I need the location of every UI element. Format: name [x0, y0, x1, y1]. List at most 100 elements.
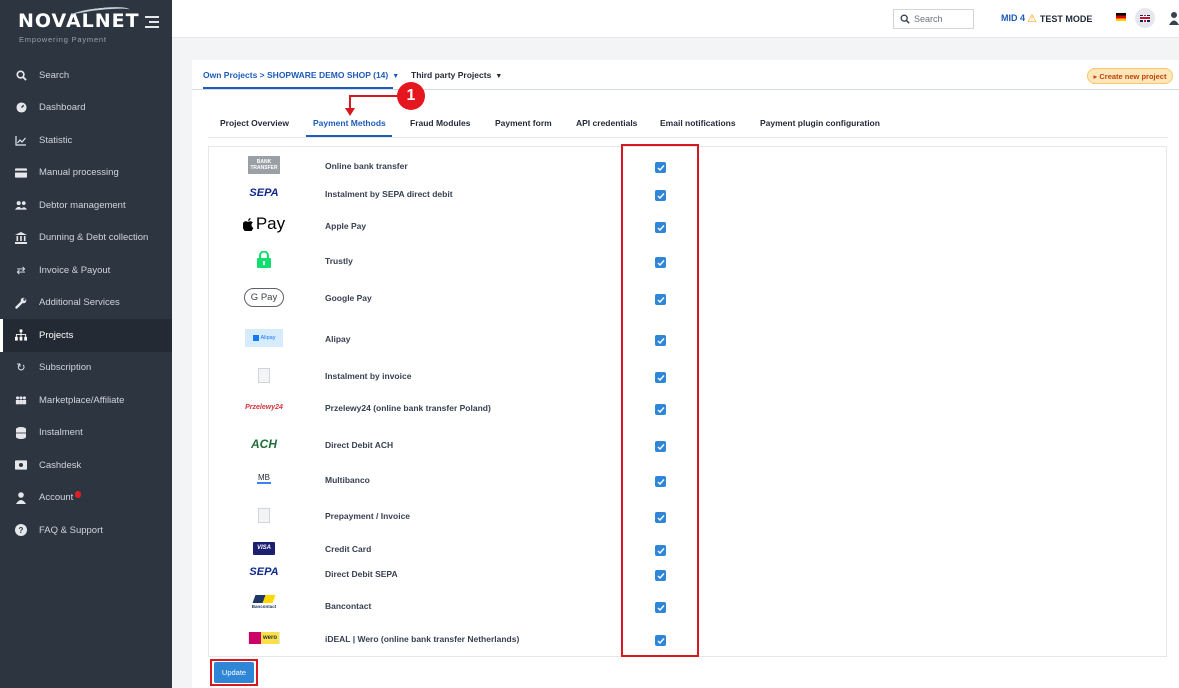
logo-text: wero — [260, 632, 279, 644]
sidebar-item-account[interactable]: Account — [0, 482, 172, 515]
database-icon — [15, 426, 27, 439]
annotation-arrow-icon — [345, 108, 355, 116]
sidebar-item-instalment[interactable]: Instalment — [0, 417, 172, 450]
user-profile-icon[interactable] — [1169, 11, 1179, 25]
sidebar-item-label: Cashdesk — [39, 459, 82, 471]
create-new-project-label: Create new project — [1099, 71, 1167, 81]
sidebar-item-label: Dunning & Debt collection — [39, 232, 149, 244]
own-projects-dropdown[interactable]: Own Projects > SHOPWARE DEMO SHOP (14) ▼ — [203, 70, 399, 80]
test-mode-label: TEST MODE — [1039, 13, 1093, 24]
payment-method-name: iDEAL | Wero (online bank transfer Nethe… — [325, 634, 520, 644]
google-pay-logo: G Pay — [239, 285, 289, 309]
payment-method-name: Multibanco — [325, 475, 370, 485]
payment-method-name: Direct Debit ACH — [325, 440, 394, 450]
dashboard-icon — [15, 102, 27, 114]
payment-method-name: Instalment by invoice — [325, 371, 412, 381]
tab-api-credentials[interactable]: API credentials — [576, 118, 637, 128]
invoice-logo — [239, 363, 289, 387]
tab-payment-methods[interactable]: Payment Methods — [313, 118, 386, 128]
sidebar-item-label: Statistic — [39, 134, 73, 146]
logo-text: SEPA — [249, 566, 279, 578]
question-icon: ? — [15, 524, 27, 537]
sidebar-item-dunning[interactable]: Dunning & Debt collection — [0, 222, 172, 255]
payment-method-name: Direct Debit SEPA — [325, 569, 398, 579]
tab-payment-plugin-configuration[interactable]: Payment plugin configuration — [760, 118, 880, 128]
search-input[interactable]: Search — [893, 9, 974, 29]
merchant-id-label[interactable]: MID 4 — [1001, 13, 1025, 23]
sidebar-item-marketplace[interactable]: Marketplace/Affiliate — [0, 384, 172, 417]
third-party-label: Third party Projects — [411, 70, 492, 80]
search-icon — [15, 69, 27, 81]
payment-method-name: Trustly — [325, 256, 353, 266]
tab-email-notifications[interactable]: Email notifications — [660, 118, 736, 128]
payment-method-name: Prepayment / Invoice — [325, 511, 411, 521]
sidebar-item-debtor-management[interactable]: Debtor management — [0, 189, 172, 222]
sidebar-item-subscription[interactable]: ↻ Subscription — [0, 352, 172, 385]
sidebar-item-label: Instalment — [39, 427, 83, 439]
group-icon — [15, 394, 27, 406]
hamburger-menu-icon[interactable] — [145, 16, 159, 30]
sidebar-item-label: Account — [39, 492, 74, 504]
tab-payment-form[interactable]: Payment form — [495, 118, 552, 128]
sidebar-item-label: Projects — [39, 329, 74, 341]
brand-tagline: Empowering Payment — [19, 35, 107, 44]
german-flag-icon[interactable] — [1116, 13, 1126, 21]
przelewy24-logo: Przelewy24 — [239, 395, 289, 419]
exchange-icon: ⇄ — [16, 264, 26, 277]
project-selector-row: Own Projects > SHOPWARE DEMO SHOP (14) ▼ … — [192, 60, 1179, 90]
sidebar-item-faq-support[interactable]: ? FAQ & Support — [0, 514, 172, 547]
logo-text: G Pay — [243, 287, 285, 307]
notification-dot — [75, 491, 82, 499]
uk-flag-icon — [1140, 14, 1150, 22]
refresh-icon: ↻ — [16, 362, 26, 375]
chart-line-icon — [15, 134, 27, 146]
english-language-button[interactable] — [1135, 8, 1155, 28]
cash-register-icon — [15, 459, 27, 471]
sidebar-item-label: Invoice & Payout — [39, 264, 111, 276]
sidebar-item-search[interactable]: Search — [0, 59, 172, 92]
sidebar-item-label: Additional Services — [39, 297, 120, 309]
highlight-box-checkboxes — [621, 144, 699, 657]
tab-project-overview[interactable]: Project Overview — [220, 118, 289, 128]
sidebar: NOVALNET Empowering Payment Search Dashb… — [0, 0, 172, 688]
logo-text: Alipay — [260, 335, 276, 341]
alipay-logo: Alipay — [239, 326, 289, 350]
logo-text: Bancontact — [251, 604, 277, 609]
ideal-wero-logo: wero — [239, 626, 289, 650]
active-tab-underline — [306, 135, 392, 137]
create-new-project-button[interactable]: ▸ Create new project — [1087, 68, 1173, 84]
bank-icon — [15, 231, 27, 244]
annotation-line — [349, 95, 399, 97]
sidebar-item-label: Manual processing — [39, 167, 119, 179]
payment-method-name: Przelewy24 (online bank transfer Poland) — [325, 403, 491, 413]
sidebar-item-label: Debtor management — [39, 199, 126, 211]
payment-method-name: Instalment by SEPA direct debit — [325, 189, 453, 199]
sidebar-item-label: Dashboard — [39, 102, 86, 114]
test-mode-badge[interactable]: ⚠ TEST MODE — [1027, 12, 1092, 25]
annotation-step-number: 1 — [397, 82, 425, 110]
ach-logo: ACH — [239, 432, 289, 456]
sidebar-item-dashboard[interactable]: Dashboard — [0, 92, 172, 125]
bancontact-logo: Bancontact — [239, 590, 289, 614]
sidebar-item-statistic[interactable]: Statistic — [0, 124, 172, 157]
sidebar-item-label: Search — [39, 69, 70, 81]
payment-method-name: Credit Card — [325, 544, 372, 554]
sidebar-item-additional-services[interactable]: Additional Services — [0, 287, 172, 320]
highlight-box-update — [210, 659, 258, 686]
caret-down-icon: ▼ — [392, 73, 400, 80]
credit-card-icon — [15, 167, 27, 179]
sidebar-item-invoice-payout[interactable]: ⇄ Invoice & Payout — [0, 254, 172, 287]
tab-fraud-modules[interactable]: Fraud Modules — [410, 118, 470, 128]
trustly-logo — [239, 247, 289, 271]
payment-method-name: Apple Pay — [325, 221, 367, 231]
sidebar-item-manual-processing[interactable]: Manual processing — [0, 157, 172, 190]
sidebar-item-cashdesk[interactable]: Cashdesk — [0, 449, 172, 482]
own-projects-label: Own Projects > SHOPWARE DEMO SHOP (14) — [203, 70, 389, 80]
sidebar-item-projects[interactable]: Projects — [0, 319, 172, 352]
sepa-logo: SEPA — [239, 560, 289, 584]
sidebar-item-label: FAQ & Support — [39, 524, 103, 536]
third-party-projects-dropdown[interactable]: Third party Projects ▼ — [411, 70, 502, 80]
own-projects-underline — [203, 87, 393, 89]
caret-down-icon: ▼ — [495, 73, 503, 80]
user-icon — [15, 491, 27, 504]
